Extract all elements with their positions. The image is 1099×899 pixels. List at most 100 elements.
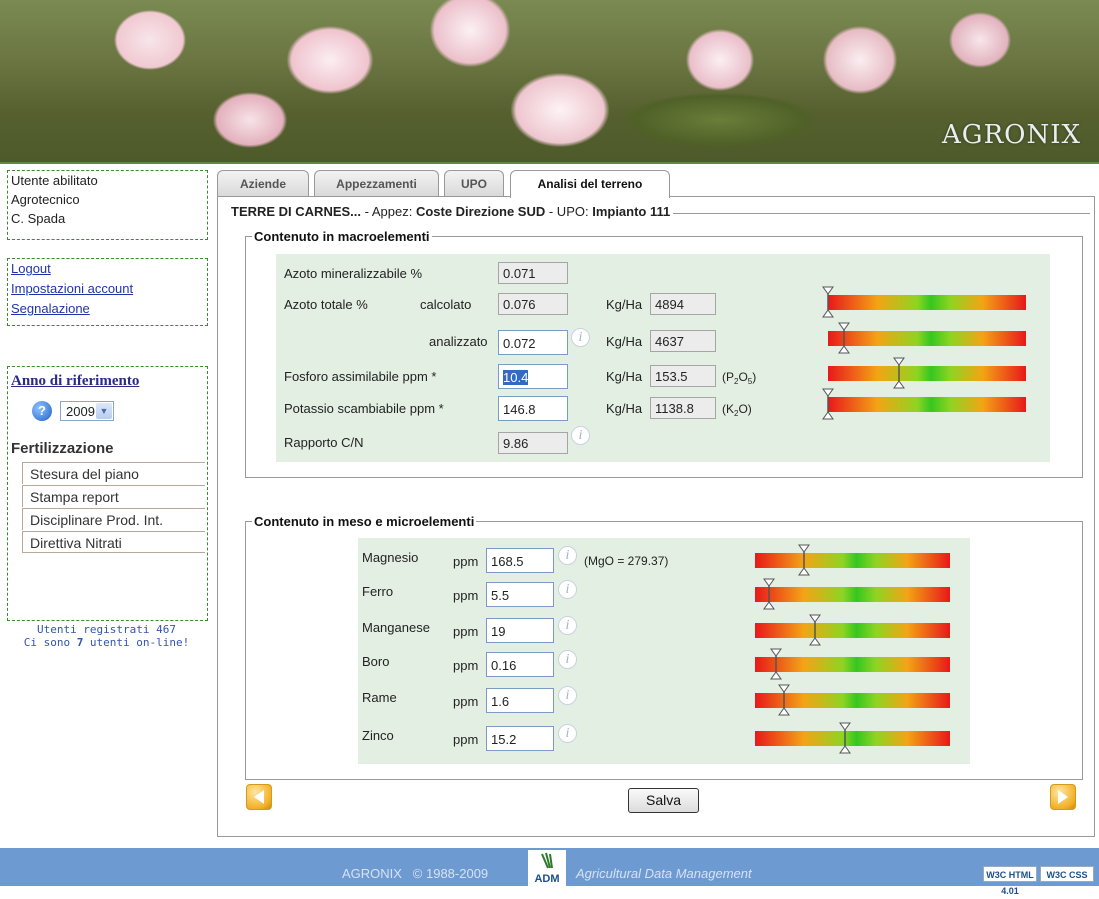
micro-gauge [755, 578, 950, 610]
fosforo-input-text: 10.4 [503, 370, 529, 385]
footer-copyright: AGRONIX © 1988-2009 [342, 866, 489, 881]
report-link[interactable]: Segnalazione [8, 299, 207, 319]
micro-element-label: Ferro [362, 584, 394, 599]
tab-upo[interactable]: UPO [444, 170, 504, 197]
info-icon[interactable]: i [558, 616, 577, 635]
gauge-marker-icon [839, 722, 851, 754]
arrow-left-icon [254, 790, 264, 804]
registered-users: Utenti registrati 467 [36, 623, 177, 636]
logout-link[interactable]: Logout [8, 259, 207, 279]
micro-element-input[interactable]: 15.2 [486, 726, 554, 751]
analizzato-gauge [828, 322, 1026, 354]
kgha-label: Kg/Ha [606, 334, 643, 349]
micro-element-input[interactable]: 0.16 [486, 652, 554, 677]
micro-element-input[interactable]: 19 [486, 618, 554, 643]
save-button[interactable]: Salva [628, 788, 699, 813]
header-banner: AGRONIX [0, 0, 1099, 162]
info-icon[interactable]: i [558, 546, 577, 565]
gauge-marker-icon [798, 544, 810, 576]
potassio-label: Potassio scambiabile ppm * [284, 401, 444, 416]
year-select-value: 2009 [66, 404, 95, 419]
footer-tagline: Agricultural Data Management [576, 866, 752, 881]
calcolato-value: 0.076 [498, 293, 568, 315]
user-name: C. Spada [11, 211, 66, 226]
micro-element-input[interactable]: 1.6 [486, 688, 554, 713]
gauge-marker-icon [809, 614, 821, 646]
micro-gauge [755, 614, 950, 646]
prev-button[interactable] [246, 784, 272, 810]
micro-element-input[interactable]: 5.5 [486, 582, 554, 607]
next-button[interactable] [1050, 784, 1076, 810]
gauge-marker-icon [778, 684, 790, 716]
upo-name: Impianto 111 [592, 204, 671, 219]
user-status: Utente abilitato [11, 173, 98, 188]
micro-gauge [755, 648, 950, 680]
ppm-label: ppm [453, 588, 479, 603]
gauge-marker-icon [770, 648, 782, 680]
ppm-label: ppm [453, 554, 479, 569]
menu-item-nitrati[interactable]: Direttiva Nitrati [22, 531, 205, 553]
kgha-label: Kg/Ha [606, 369, 643, 384]
potassio-unit: (K2O) [722, 402, 752, 419]
chevron-down-icon[interactable]: ▼ [96, 403, 112, 419]
ppm-label: ppm [453, 694, 479, 709]
tab-appezzamenti[interactable]: Appezzamenti [314, 170, 439, 197]
w3c-css-badge[interactable]: W3C CSS [1040, 866, 1094, 882]
micro-element-label: Boro [362, 654, 390, 669]
tab-aziende[interactable]: Aziende [217, 170, 309, 197]
micro-element-label: Rame [362, 690, 397, 705]
mgo-note: (MgO = 279.37) [584, 554, 669, 568]
year-select[interactable]: 2009 ▼ [60, 401, 114, 421]
azoto-min-value: 0.071 [498, 262, 568, 284]
macro-panel [276, 254, 1050, 462]
macro-legend: Contenuto in macroelementi [254, 229, 430, 244]
reference-year-title[interactable]: Anno di riferimento [11, 373, 139, 390]
micro-gauge [755, 722, 950, 754]
gauge-marker-icon [822, 388, 834, 420]
account-links-box: Logout Impostazioni account Segnalazione [7, 258, 208, 326]
analizzato-input[interactable]: 0.072 [498, 330, 568, 355]
calcolato-gauge [822, 286, 1026, 318]
w3c-html-badge[interactable]: W3C HTML 4.01 [983, 866, 1037, 896]
potassio-input[interactable]: 146.8 [498, 396, 568, 421]
potassio-kgha: 1138.8 [650, 397, 716, 419]
azoto-min-label: Azoto mineralizzabile % [284, 266, 423, 281]
plot-name: Coste Direzione SUD [415, 204, 546, 219]
micro-element-label: Zinco [362, 728, 394, 743]
help-icon[interactable]: ? [32, 401, 52, 421]
agronix-logo: AGRONIX [942, 120, 1081, 150]
info-icon[interactable]: i [558, 650, 577, 669]
micro-gauge [755, 544, 950, 576]
info-icon[interactable]: i [558, 580, 577, 599]
fosforo-gauge [828, 357, 1026, 389]
cn-ratio-value: 9.86 [498, 432, 568, 454]
account-settings-link[interactable]: Impostazioni account [8, 279, 207, 299]
fosforo-input[interactable]: 10.4 [498, 364, 568, 389]
kgha-label: Kg/Ha [606, 401, 643, 416]
gauge-marker-icon [838, 322, 850, 354]
active-tab-joiner [511, 196, 669, 198]
farm-name: TERRE DI CARNES... [231, 204, 362, 219]
fosforo-unit: (P2O5) [722, 370, 757, 387]
menu-item-plan[interactable]: Stesura del piano [22, 462, 205, 484]
gauge-marker-icon [763, 578, 775, 610]
info-icon[interactable]: i [571, 328, 590, 347]
tab-soil-analysis[interactable]: Analisi del terreno [510, 170, 670, 198]
info-icon[interactable]: i [558, 686, 577, 705]
banner-divider [0, 162, 1099, 164]
reference-year-box: Anno di riferimento ? 2009 ▼ Fertilizzaz… [7, 366, 208, 621]
menu-item-disciplinare[interactable]: Disciplinare Prod. Int. [22, 508, 205, 530]
online-users: Ci sono 7 utenti on-line! [23, 636, 190, 649]
micro-element-input[interactable]: 168.5 [486, 548, 554, 573]
menu-item-print-report[interactable]: Stampa report [22, 485, 205, 507]
ppm-label: ppm [453, 658, 479, 673]
gauge-marker-icon [893, 357, 905, 389]
azoto-tot-label: Azoto totale % [284, 297, 368, 312]
info-icon[interactable]: i [571, 426, 590, 445]
micro-gauge [755, 684, 950, 716]
fertilization-title: Fertilizzazione [11, 440, 114, 457]
info-icon[interactable]: i [558, 724, 577, 743]
cn-ratio-label: Rapporto C/N [284, 435, 364, 450]
potassio-gauge [822, 388, 1026, 420]
analizzato-kgha: 4637 [650, 330, 716, 352]
